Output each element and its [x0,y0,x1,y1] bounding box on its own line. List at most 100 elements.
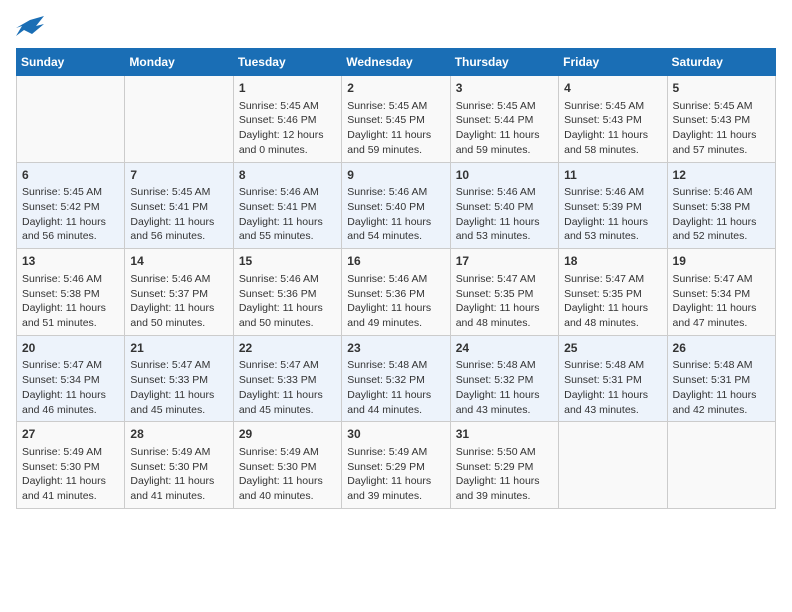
calendar-cell: 4Sunrise: 5:45 AM Sunset: 5:43 PM Daylig… [559,76,667,163]
day-info: Sunrise: 5:46 AM Sunset: 5:41 PM Dayligh… [239,185,336,244]
calendar-week-5: 27 Sunrise: 5:49 AM Sunset: 5:30 PM Dayli… [17,422,776,509]
calendar-header-saturday: Saturday [667,49,775,76]
calendar-cell: 2 Sunrise: 5:45 AM Sunset: 5:45 PM Daylig… [342,76,450,163]
day-info: Sunrise: 5:48 AM Sunset: 5:32 PM Dayligh… [456,358,553,417]
calendar-cell [667,422,775,509]
day-info: Sunrise: 5:47 AM Sunset: 5:35 PM Dayligh… [564,272,661,331]
day-info: Sunrise: 5:46 AM Sunset: 5:36 PM Dayligh… [239,272,336,331]
day-number: 18 [564,253,661,270]
calendar-header-friday: Friday [559,49,667,76]
calendar-header-monday: Monday [125,49,233,76]
calendar-cell: 20Sunrise: 5:47 AM Sunset: 5:34 PM Dayli… [17,335,125,422]
calendar-cell: 18 Sunrise: 5:47 AM Sunset: 5:35 PM Dayli… [559,249,667,336]
day-info: Sunrise: 5:45 AM Sunset: 5:43 PM Dayligh… [564,99,661,158]
calendar-week-3: 13 Sunrise: 5:46 AM Sunset: 5:38 PM Dayli… [17,249,776,336]
calendar-cell: 22Sunrise: 5:47 AM Sunset: 5:33 PM Dayli… [233,335,341,422]
day-number: 1 [239,80,336,97]
day-number: 6 [22,167,119,184]
day-number: 29 [239,426,336,443]
calendar-cell: 24Sunrise: 5:48 AM Sunset: 5:32 PM Dayli… [450,335,558,422]
calendar-cell: 19 Sunrise: 5:47 AM Sunset: 5:34 PM Dayli… [667,249,775,336]
calendar-header-sunday: Sunday [17,49,125,76]
day-info: Sunrise: 5:48 AM Sunset: 5:31 PM Dayligh… [564,358,661,417]
day-number: 15 [239,253,336,270]
calendar-cell: 15 Sunrise: 5:46 AM Sunset: 5:36 PM Dayli… [233,249,341,336]
day-number: 19 [673,253,770,270]
calendar-cell: 28 Sunrise: 5:49 AM Sunset: 5:30 PM Dayli… [125,422,233,509]
day-number: 21 [130,340,227,357]
day-number: 16 [347,253,444,270]
day-info: Sunrise: 5:50 AM Sunset: 5:29 PM Dayligh… [456,445,553,504]
day-number: 30 [347,426,444,443]
day-info: Sunrise: 5:45 AM Sunset: 5:41 PM Dayligh… [130,185,227,244]
day-number: 27 [22,426,119,443]
day-number: 17 [456,253,553,270]
calendar-header-wednesday: Wednesday [342,49,450,76]
calendar-header-tuesday: Tuesday [233,49,341,76]
calendar-cell: 21Sunrise: 5:47 AM Sunset: 5:33 PM Dayli… [125,335,233,422]
calendar-header-thursday: Thursday [450,49,558,76]
day-info: Sunrise: 5:48 AM Sunset: 5:31 PM Dayligh… [673,358,770,417]
calendar-cell: 31 Sunrise: 5:50 AM Sunset: 5:29 PM Dayli… [450,422,558,509]
calendar-cell: 11Sunrise: 5:46 AM Sunset: 5:39 PM Dayli… [559,162,667,249]
day-number: 3 [456,80,553,97]
day-info: Sunrise: 5:46 AM Sunset: 5:38 PM Dayligh… [22,272,119,331]
calendar-body: 1 Sunrise: 5:45 AM Sunset: 5:46 PM Daylig… [17,76,776,509]
calendar-cell: 27 Sunrise: 5:49 AM Sunset: 5:30 PM Dayli… [17,422,125,509]
day-info: Sunrise: 5:46 AM Sunset: 5:38 PM Dayligh… [673,185,770,244]
calendar-cell: 14Sunrise: 5:46 AM Sunset: 5:37 PM Dayli… [125,249,233,336]
day-info: Sunrise: 5:46 AM Sunset: 5:36 PM Dayligh… [347,272,444,331]
calendar-cell: 3 Sunrise: 5:45 AM Sunset: 5:44 PM Daylig… [450,76,558,163]
calendar-cell: 30 Sunrise: 5:49 AM Sunset: 5:29 PM Dayli… [342,422,450,509]
day-info: Sunrise: 5:45 AM Sunset: 5:43 PM Dayligh… [673,99,770,158]
page-header [16,16,776,40]
day-info: Sunrise: 5:49 AM Sunset: 5:30 PM Dayligh… [22,445,119,504]
day-info: Sunrise: 5:49 AM Sunset: 5:30 PM Dayligh… [130,445,227,504]
day-info: Sunrise: 5:46 AM Sunset: 5:40 PM Dayligh… [347,185,444,244]
calendar-cell: 25Sunrise: 5:48 AM Sunset: 5:31 PM Dayli… [559,335,667,422]
day-info: Sunrise: 5:47 AM Sunset: 5:33 PM Dayligh… [239,358,336,417]
day-info: Sunrise: 5:47 AM Sunset: 5:35 PM Dayligh… [456,272,553,331]
calendar-cell: 13 Sunrise: 5:46 AM Sunset: 5:38 PM Dayli… [17,249,125,336]
day-number: 2 [347,80,444,97]
calendar-cell: 5Sunrise: 5:45 AM Sunset: 5:43 PM Daylig… [667,76,775,163]
day-info: Sunrise: 5:46 AM Sunset: 5:39 PM Dayligh… [564,185,661,244]
day-number: 12 [673,167,770,184]
calendar-cell: 7Sunrise: 5:45 AM Sunset: 5:41 PM Daylig… [125,162,233,249]
day-number: 9 [347,167,444,184]
day-number: 20 [22,340,119,357]
day-number: 14 [130,253,227,270]
day-number: 28 [130,426,227,443]
day-info: Sunrise: 5:45 AM Sunset: 5:42 PM Dayligh… [22,185,119,244]
day-number: 25 [564,340,661,357]
logo-bird-icon [16,16,44,40]
day-number: 24 [456,340,553,357]
calendar-week-2: 6Sunrise: 5:45 AM Sunset: 5:42 PM Daylig… [17,162,776,249]
day-number: 8 [239,167,336,184]
day-info: Sunrise: 5:47 AM Sunset: 5:34 PM Dayligh… [673,272,770,331]
calendar-cell: 23Sunrise: 5:48 AM Sunset: 5:32 PM Dayli… [342,335,450,422]
day-number: 13 [22,253,119,270]
day-info: Sunrise: 5:47 AM Sunset: 5:34 PM Dayligh… [22,358,119,417]
day-info: Sunrise: 5:45 AM Sunset: 5:45 PM Dayligh… [347,99,444,158]
day-number: 22 [239,340,336,357]
calendar-week-4: 20Sunrise: 5:47 AM Sunset: 5:34 PM Dayli… [17,335,776,422]
day-info: Sunrise: 5:49 AM Sunset: 5:30 PM Dayligh… [239,445,336,504]
day-number: 23 [347,340,444,357]
calendar-cell: 10Sunrise: 5:46 AM Sunset: 5:40 PM Dayli… [450,162,558,249]
calendar-cell: 8Sunrise: 5:46 AM Sunset: 5:41 PM Daylig… [233,162,341,249]
day-info: Sunrise: 5:48 AM Sunset: 5:32 PM Dayligh… [347,358,444,417]
calendar-cell: 6Sunrise: 5:45 AM Sunset: 5:42 PM Daylig… [17,162,125,249]
logo [16,16,48,40]
calendar-week-1: 1 Sunrise: 5:45 AM Sunset: 5:46 PM Daylig… [17,76,776,163]
calendar-cell: 17 Sunrise: 5:47 AM Sunset: 5:35 PM Dayli… [450,249,558,336]
day-number: 31 [456,426,553,443]
day-info: Sunrise: 5:45 AM Sunset: 5:46 PM Dayligh… [239,99,336,158]
day-info: Sunrise: 5:46 AM Sunset: 5:40 PM Dayligh… [456,185,553,244]
day-info: Sunrise: 5:49 AM Sunset: 5:29 PM Dayligh… [347,445,444,504]
calendar-cell: 12Sunrise: 5:46 AM Sunset: 5:38 PM Dayli… [667,162,775,249]
calendar-cell: 1 Sunrise: 5:45 AM Sunset: 5:46 PM Daylig… [233,76,341,163]
calendar-cell: 16 Sunrise: 5:46 AM Sunset: 5:36 PM Dayli… [342,249,450,336]
day-info: Sunrise: 5:45 AM Sunset: 5:44 PM Dayligh… [456,99,553,158]
day-number: 11 [564,167,661,184]
